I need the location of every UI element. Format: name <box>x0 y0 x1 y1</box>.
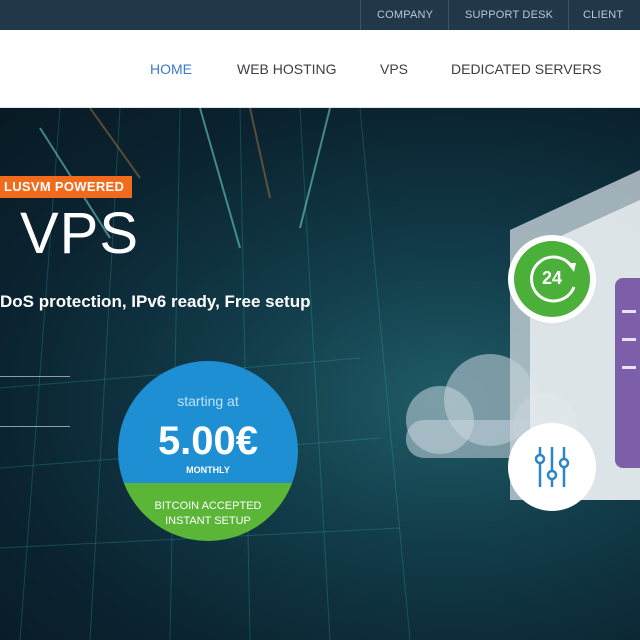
divider <box>0 426 70 427</box>
price-period: MONTHLY <box>186 465 230 475</box>
nav-item-web-hosting[interactable]: WEB HOSTING <box>237 30 337 108</box>
topbar-separator <box>448 0 449 30</box>
topbar-link-client-area[interactable]: CLIENT AR <box>583 0 640 51</box>
24-hour-support-icon: 24 <box>508 235 596 323</box>
powered-badge: LUSVM POWERED <box>0 176 133 198</box>
sliders-glyph <box>534 447 570 487</box>
price-bottom-section <box>118 483 298 541</box>
nav-item-home[interactable]: HOME <box>150 30 192 108</box>
topbar-link-support-desk[interactable]: SUPPORT DESK <box>465 0 553 30</box>
support-badge-number: 24 <box>541 268 563 288</box>
divider <box>0 376 70 377</box>
main-navigation: HOME WEB HOSTING VPS DEDICATED SERVERS <box>0 30 640 108</box>
bitcoin-accepted-label: BITCOIN ACCEPTED <box>154 500 262 512</box>
hero-title: VPS <box>20 201 140 266</box>
starting-at-label: starting at <box>177 393 239 409</box>
price-value: 5.00€ <box>157 419 259 463</box>
topbar-separator <box>568 0 569 30</box>
topbar-link-company[interactable]: COMPANY <box>377 0 433 30</box>
top-utility-bar: COMPANY SUPPORT DESK CLIENT AR <box>0 0 640 51</box>
instant-setup-label: INSTANT SETUP <box>165 515 251 527</box>
nav-item-dedicated-servers[interactable]: DEDICATED SERVERS <box>451 30 601 108</box>
support-icon-circle: 24 <box>514 241 590 317</box>
nav-item-vps[interactable]: VPS <box>380 30 408 108</box>
price-badge[interactable]: starting at 5.00€ MONTHLY BITCOIN ACCEPT… <box>118 361 298 541</box>
sliders-icon <box>508 423 596 511</box>
hero-features: DoS protection, IPv6 ready, Free setup <box>0 292 311 311</box>
topbar-separator <box>360 0 361 30</box>
